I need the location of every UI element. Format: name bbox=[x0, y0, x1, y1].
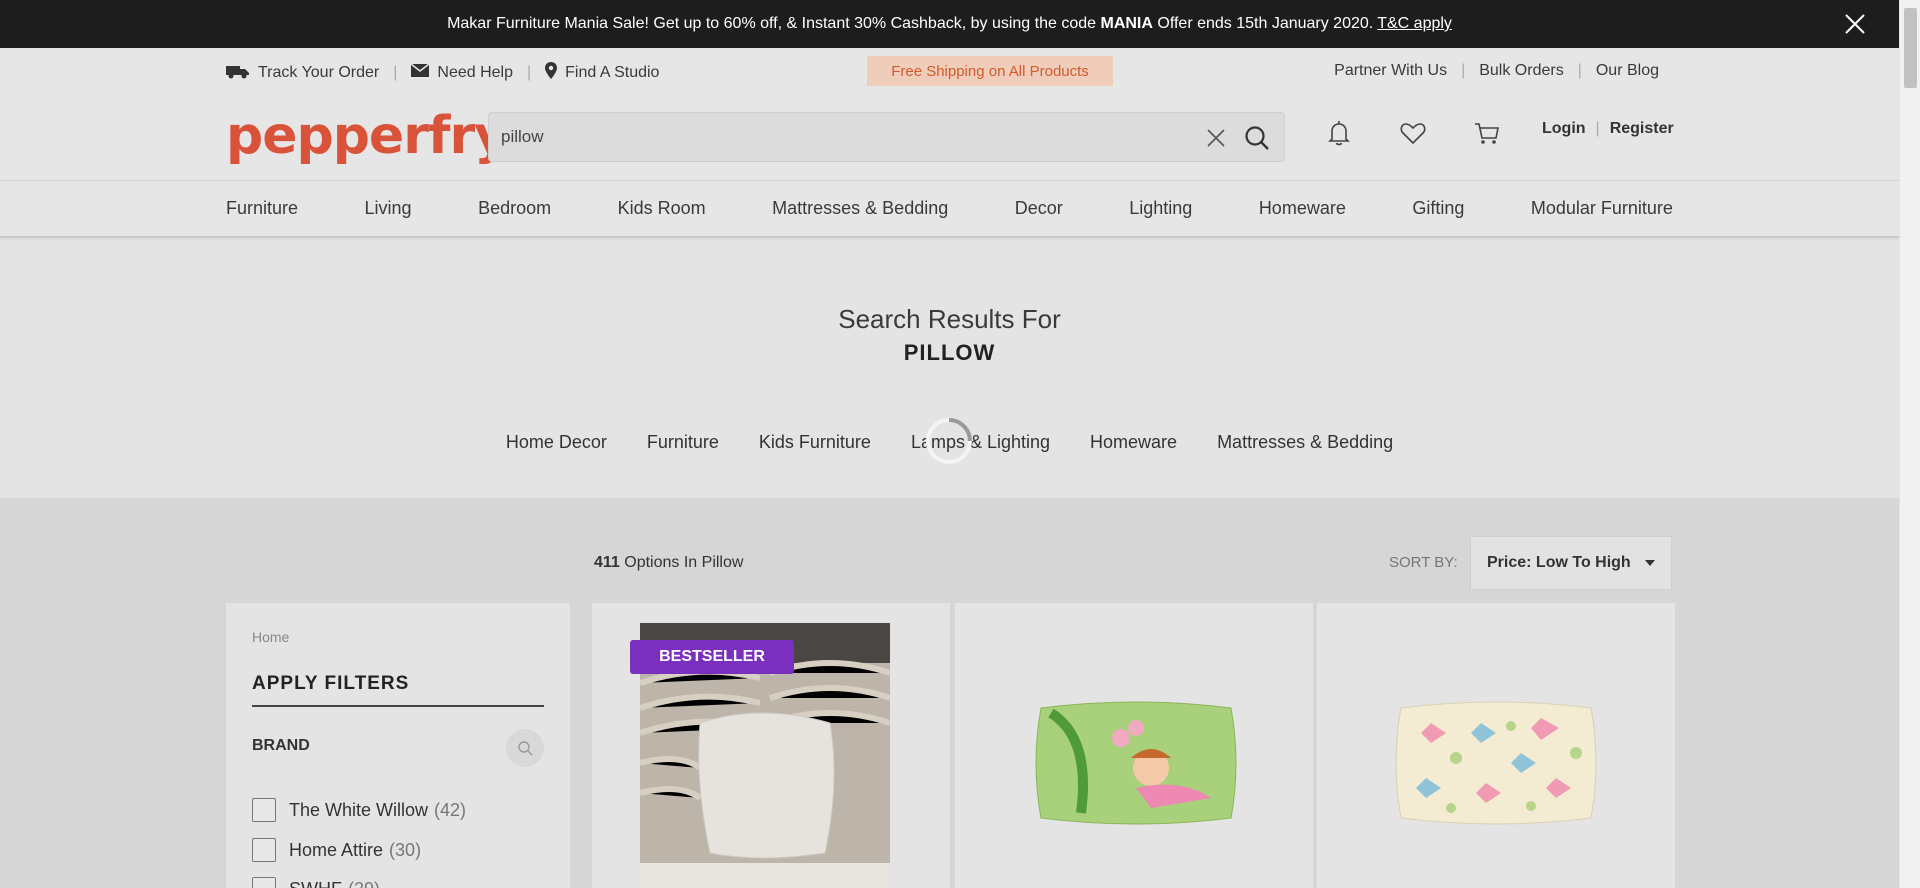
divider: | bbox=[1577, 62, 1582, 79]
notification-bell-icon[interactable] bbox=[1324, 118, 1354, 148]
brand-option-label: The White Willow bbox=[289, 799, 429, 820]
breadcrumb-home[interactable]: Home bbox=[252, 629, 289, 645]
nav-item-homeware[interactable]: Homeware bbox=[1259, 198, 1346, 219]
brand-filter-heading: BRAND bbox=[252, 737, 310, 754]
brand-option[interactable]: The White Willow (42) bbox=[252, 798, 466, 822]
nav-item-bedroom[interactable]: Bedroom bbox=[478, 198, 551, 219]
brand-option[interactable]: Home Attire (30) bbox=[252, 838, 421, 862]
track-order-link[interactable]: Track Your Order bbox=[226, 63, 379, 84]
checkbox[interactable] bbox=[252, 838, 276, 862]
login-link[interactable]: Login bbox=[1542, 120, 1586, 138]
sort-label: SORT BY: bbox=[1389, 554, 1458, 571]
promo-text: Makar Furniture Mania Sale! Get up to 60… bbox=[447, 15, 1374, 32]
find-studio-link[interactable]: Find A Studio bbox=[545, 62, 659, 84]
product-image[interactable] bbox=[1391, 698, 1601, 828]
divider: | bbox=[1461, 62, 1466, 79]
brand-option-label: Home Attire bbox=[289, 839, 384, 860]
listing-area: 411 Options In Pillow SORT BY: Price: Lo… bbox=[0, 498, 1899, 888]
tc-link[interactable]: T&C apply bbox=[1377, 15, 1452, 33]
pepperfry-logo[interactable]: pepperfry bbox=[226, 106, 508, 166]
nav-item-lighting[interactable]: Lighting bbox=[1129, 198, 1192, 219]
close-icon[interactable] bbox=[1843, 12, 1867, 36]
sort-value: Price: Low To High bbox=[1487, 554, 1631, 571]
brand-option-count: (42) bbox=[434, 799, 467, 820]
checkbox[interactable] bbox=[252, 877, 276, 888]
need-help-link[interactable]: Need Help bbox=[410, 63, 513, 82]
brand-option[interactable]: SWHF (29) bbox=[252, 877, 380, 888]
cart-icon[interactable] bbox=[1472, 118, 1502, 148]
clear-search-icon[interactable] bbox=[1206, 128, 1226, 148]
header: pepperfry Login | Register bbox=[0, 96, 1899, 180]
location-pin-icon bbox=[545, 62, 558, 84]
nav-item-decor[interactable]: Decor bbox=[1015, 198, 1063, 219]
filters-title: APPLY FILTERS bbox=[252, 673, 544, 707]
results-label: Search Results For bbox=[838, 304, 1061, 334]
find-studio-label: Find A Studio bbox=[565, 64, 660, 81]
search-icon[interactable] bbox=[1244, 125, 1270, 151]
brand-search-icon[interactable] bbox=[506, 729, 544, 767]
need-help-label: Need Help bbox=[437, 64, 513, 81]
bulk-orders-link[interactable]: Bulk Orders bbox=[1479, 62, 1563, 80]
subcat-home-decor[interactable]: Home Decor bbox=[506, 432, 607, 453]
category-nav: Furniture Living Bedroom Kids Room Mattr… bbox=[0, 180, 1899, 238]
results-count: 411 Options In Pillow bbox=[594, 554, 744, 571]
partner-link[interactable]: Partner With Us bbox=[1334, 62, 1447, 80]
filter-panel: Home APPLY FILTERS BRAND The White Willo… bbox=[226, 603, 570, 888]
nav-item-kids-room[interactable]: Kids Room bbox=[618, 198, 706, 219]
subcat-kids-furniture[interactable]: Kids Furniture bbox=[759, 432, 871, 453]
product-card[interactable] bbox=[1317, 603, 1675, 888]
mail-icon bbox=[410, 63, 430, 82]
bestseller-badge: BESTSELLER bbox=[630, 640, 794, 674]
scrollbar[interactable] bbox=[1899, 0, 1920, 888]
brand-option-count: (29) bbox=[348, 879, 380, 888]
subcat-furniture[interactable]: Furniture bbox=[647, 432, 719, 453]
search-input[interactable] bbox=[501, 123, 1181, 151]
nav-item-living[interactable]: Living bbox=[365, 198, 412, 219]
divider: | bbox=[393, 64, 398, 81]
loading-spinner-icon bbox=[924, 416, 974, 466]
nav-item-furniture[interactable]: Furniture bbox=[226, 198, 298, 219]
divider: | bbox=[527, 64, 532, 81]
product-image[interactable] bbox=[1031, 698, 1241, 828]
search-box bbox=[488, 112, 1285, 162]
promo-bar: Makar Furniture Mania Sale! Get up to 60… bbox=[0, 0, 1899, 48]
scrollbar-thumb[interactable] bbox=[1904, 8, 1917, 88]
free-shipping-banner[interactable]: Free Shipping on All Products bbox=[867, 56, 1113, 86]
search-results-header: Search Results For PILLOW Home Decor Fur… bbox=[0, 240, 1899, 498]
blog-link[interactable]: Our Blog bbox=[1596, 62, 1659, 80]
truck-icon bbox=[226, 63, 250, 84]
nav-item-mattresses-bedding[interactable]: Mattresses & Bedding bbox=[772, 198, 948, 219]
product-card[interactable]: BESTSELLER bbox=[592, 603, 950, 888]
brand-option-label: SWHF bbox=[289, 879, 342, 888]
nav-item-gifting[interactable]: Gifting bbox=[1412, 198, 1464, 219]
divider: | bbox=[1595, 120, 1600, 137]
track-order-label: Track Your Order bbox=[258, 64, 380, 81]
results-query: PILLOW bbox=[903, 340, 996, 365]
nav-item-modular-furniture[interactable]: Modular Furniture bbox=[1531, 198, 1673, 219]
checkbox[interactable] bbox=[252, 798, 276, 822]
chevron-down-icon bbox=[1644, 560, 1655, 566]
wishlist-heart-icon[interactable] bbox=[1398, 118, 1428, 148]
sort-dropdown[interactable]: Price: Low To High bbox=[1470, 536, 1672, 590]
subcat-mattresses-bedding[interactable]: Mattresses & Bedding bbox=[1217, 432, 1393, 453]
utility-bar: Track Your Order | Need Help | Find A St… bbox=[0, 48, 1899, 96]
register-link[interactable]: Register bbox=[1610, 120, 1674, 138]
brand-option-count: (30) bbox=[389, 839, 422, 860]
product-card[interactable] bbox=[955, 603, 1313, 888]
subcat-homeware[interactable]: Homeware bbox=[1090, 432, 1177, 453]
